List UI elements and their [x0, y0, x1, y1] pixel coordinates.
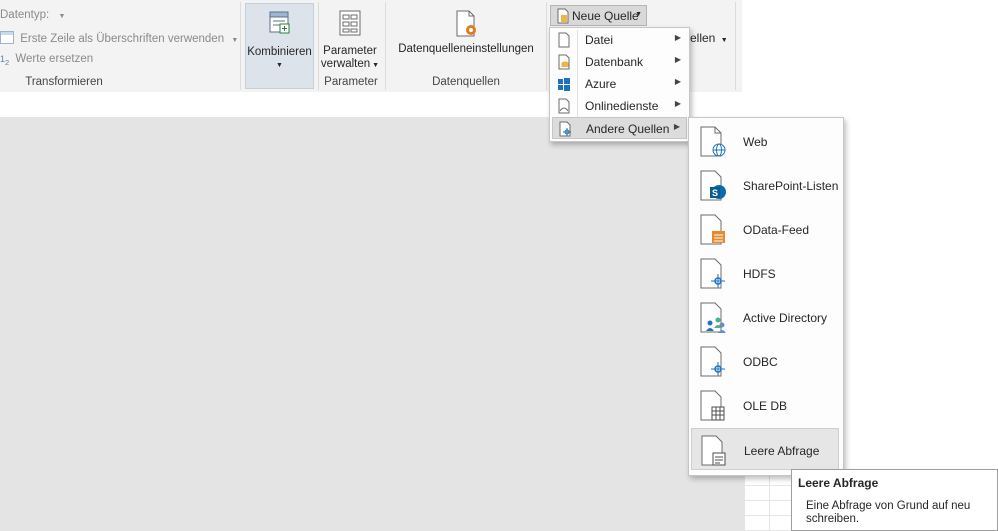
chevron-down-icon: ▼ [276, 62, 283, 69]
other-sources-icon [559, 121, 571, 137]
file-icon [558, 32, 570, 48]
new-source-icon [557, 8, 569, 24]
active-directory-icon [700, 302, 726, 333]
menu-item-label: Datei [585, 33, 614, 47]
first-row-headers-button[interactable]: Erste Zeile als Überschriften verwenden … [0, 31, 238, 45]
group-separator [546, 2, 547, 90]
tooltip-line: schreiben. [806, 513, 860, 525]
submenu-item-label: OData-Feed [743, 223, 810, 237]
menu-item-onlinedienste[interactable]: Onlinedienste ▶ [552, 95, 687, 117]
odbc-icon [700, 346, 725, 377]
submenu-item-label: SharePoint-Listen [743, 179, 839, 193]
chevron-down-icon: ▼ [231, 37, 239, 44]
other-sources-submenu: Web S SharePoint-Listen OData-Feed HDFS … [688, 117, 844, 476]
chevron-down-icon: ▼ [635, 11, 642, 18]
submenu-item-active-directory[interactable]: Active Directory [691, 296, 839, 338]
submenu-item-web[interactable]: Web [691, 120, 839, 162]
submenu-item-label: Web [743, 135, 768, 149]
combine-icon [269, 11, 289, 34]
azure-icon [558, 78, 570, 91]
hdfs-icon [700, 258, 725, 289]
tooltip-title: Leere Abfrage [798, 476, 879, 490]
submenu-item-label: ODBC [743, 355, 778, 369]
submenu-item-label: HDFS [743, 267, 776, 281]
sharepoint-icon: S [700, 170, 726, 201]
new-source-menu: Datei ▶ Datenbank ▶ Azure ▶ Onlinedienst… [549, 27, 690, 142]
chevron-down-icon: ▼ [58, 13, 66, 20]
data-source-settings-label: Datenquelleneinstellungen [398, 43, 534, 55]
submenu-item-oledb[interactable]: OLE DB [691, 384, 839, 426]
combine-label: Kombinieren [247, 46, 312, 58]
web-icon [700, 126, 726, 157]
manage-parameters-label-2-wrap: verwalten ▼ [319, 58, 381, 72]
combine-button[interactable]: Kombinieren ▼ [245, 3, 314, 89]
group-separator [240, 2, 241, 90]
group-separator [735, 2, 736, 90]
group-label-datenquellen: Datenquellen [432, 76, 500, 88]
menu-item-datenbank[interactable]: Datenbank ▶ [552, 51, 687, 73]
replace-values-icon: 12 [0, 54, 10, 67]
blank-query-icon [701, 435, 726, 466]
chevron-right-icon: ▶ [674, 55, 681, 64]
submenu-item-odbc[interactable]: ODBC [691, 340, 839, 382]
group-label-parameter: Parameter [324, 76, 378, 88]
odata-icon [700, 214, 725, 245]
manage-parameters-button[interactable]: Parameter verwalten ▼ [319, 3, 381, 73]
group-label-transformieren: Transformieren [25, 76, 103, 88]
menu-item-azure[interactable]: Azure ▶ [552, 73, 687, 95]
database-icon [558, 54, 570, 70]
data-source-settings-button[interactable]: Datenquelleneinstellungen [390, 3, 542, 63]
first-row-headers-label: Erste Zeile als Überschriften verwenden [20, 33, 225, 45]
menu-item-label: Azure [585, 77, 617, 91]
replace-values-button[interactable]: 12 Werte ersetzen [0, 53, 93, 67]
svg-text:S: S [712, 188, 718, 198]
chevron-right-icon: ▶ [674, 33, 681, 42]
chevron-right-icon: ▶ [674, 77, 681, 86]
chevron-down-icon: ▼ [372, 62, 380, 69]
query-workspace [0, 117, 746, 531]
online-services-icon [558, 98, 570, 114]
recent-sources-button[interactable]: ellen ▼ [690, 31, 728, 45]
chevron-right-icon: ▶ [673, 122, 680, 131]
new-source-label: Neue Quelle [572, 9, 639, 23]
submenu-item-blank-query[interactable]: Leere Abfrage [691, 428, 839, 470]
manage-parameters-label-1: Parameter [323, 45, 377, 57]
replace-values-label: Werte ersetzen [15, 53, 94, 65]
menu-item-label: Andere Quellen [586, 122, 670, 136]
chevron-right-icon: ▶ [674, 99, 681, 108]
menu-item-label: Datenbank [585, 55, 644, 69]
submenu-item-label: Leere Abfrage [744, 444, 820, 458]
datentyp-label: Datentyp: [0, 9, 50, 21]
parameters-icon [339, 10, 361, 36]
tooltip-line: Eine Abfrage von Grund auf neu [806, 500, 971, 512]
submenu-item-odata[interactable]: OData-Feed [691, 208, 839, 250]
oledb-icon [700, 390, 725, 421]
new-source-button[interactable]: Neue Quelle ▼ [550, 5, 647, 26]
table-icon [0, 31, 14, 44]
submenu-item-label: OLE DB [743, 399, 788, 413]
chevron-down-icon: ▼ [720, 37, 728, 44]
tooltip: Leere Abfrage Eine Abfrage von Grund auf… [791, 469, 998, 531]
menu-item-label: Onlinedienste [585, 99, 659, 113]
recent-sources-label: ellen [690, 31, 716, 45]
tooltip-description: Eine Abfrage von Grund auf neu schreiben… [806, 500, 970, 526]
submenu-item-hdfs[interactable]: HDFS [691, 252, 839, 294]
data-source-settings-icon [456, 10, 476, 37]
datentyp-dropdown[interactable]: Datentyp: ▼ [0, 9, 65, 21]
submenu-item-label: Active Directory [743, 311, 828, 325]
menu-item-andere-quellen[interactable]: Andere Quellen ▶ [552, 117, 687, 139]
manage-parameters-label-2: verwalten [320, 58, 371, 70]
menu-item-datei[interactable]: Datei ▶ [552, 29, 687, 51]
submenu-item-sharepoint[interactable]: S SharePoint-Listen [691, 164, 839, 206]
